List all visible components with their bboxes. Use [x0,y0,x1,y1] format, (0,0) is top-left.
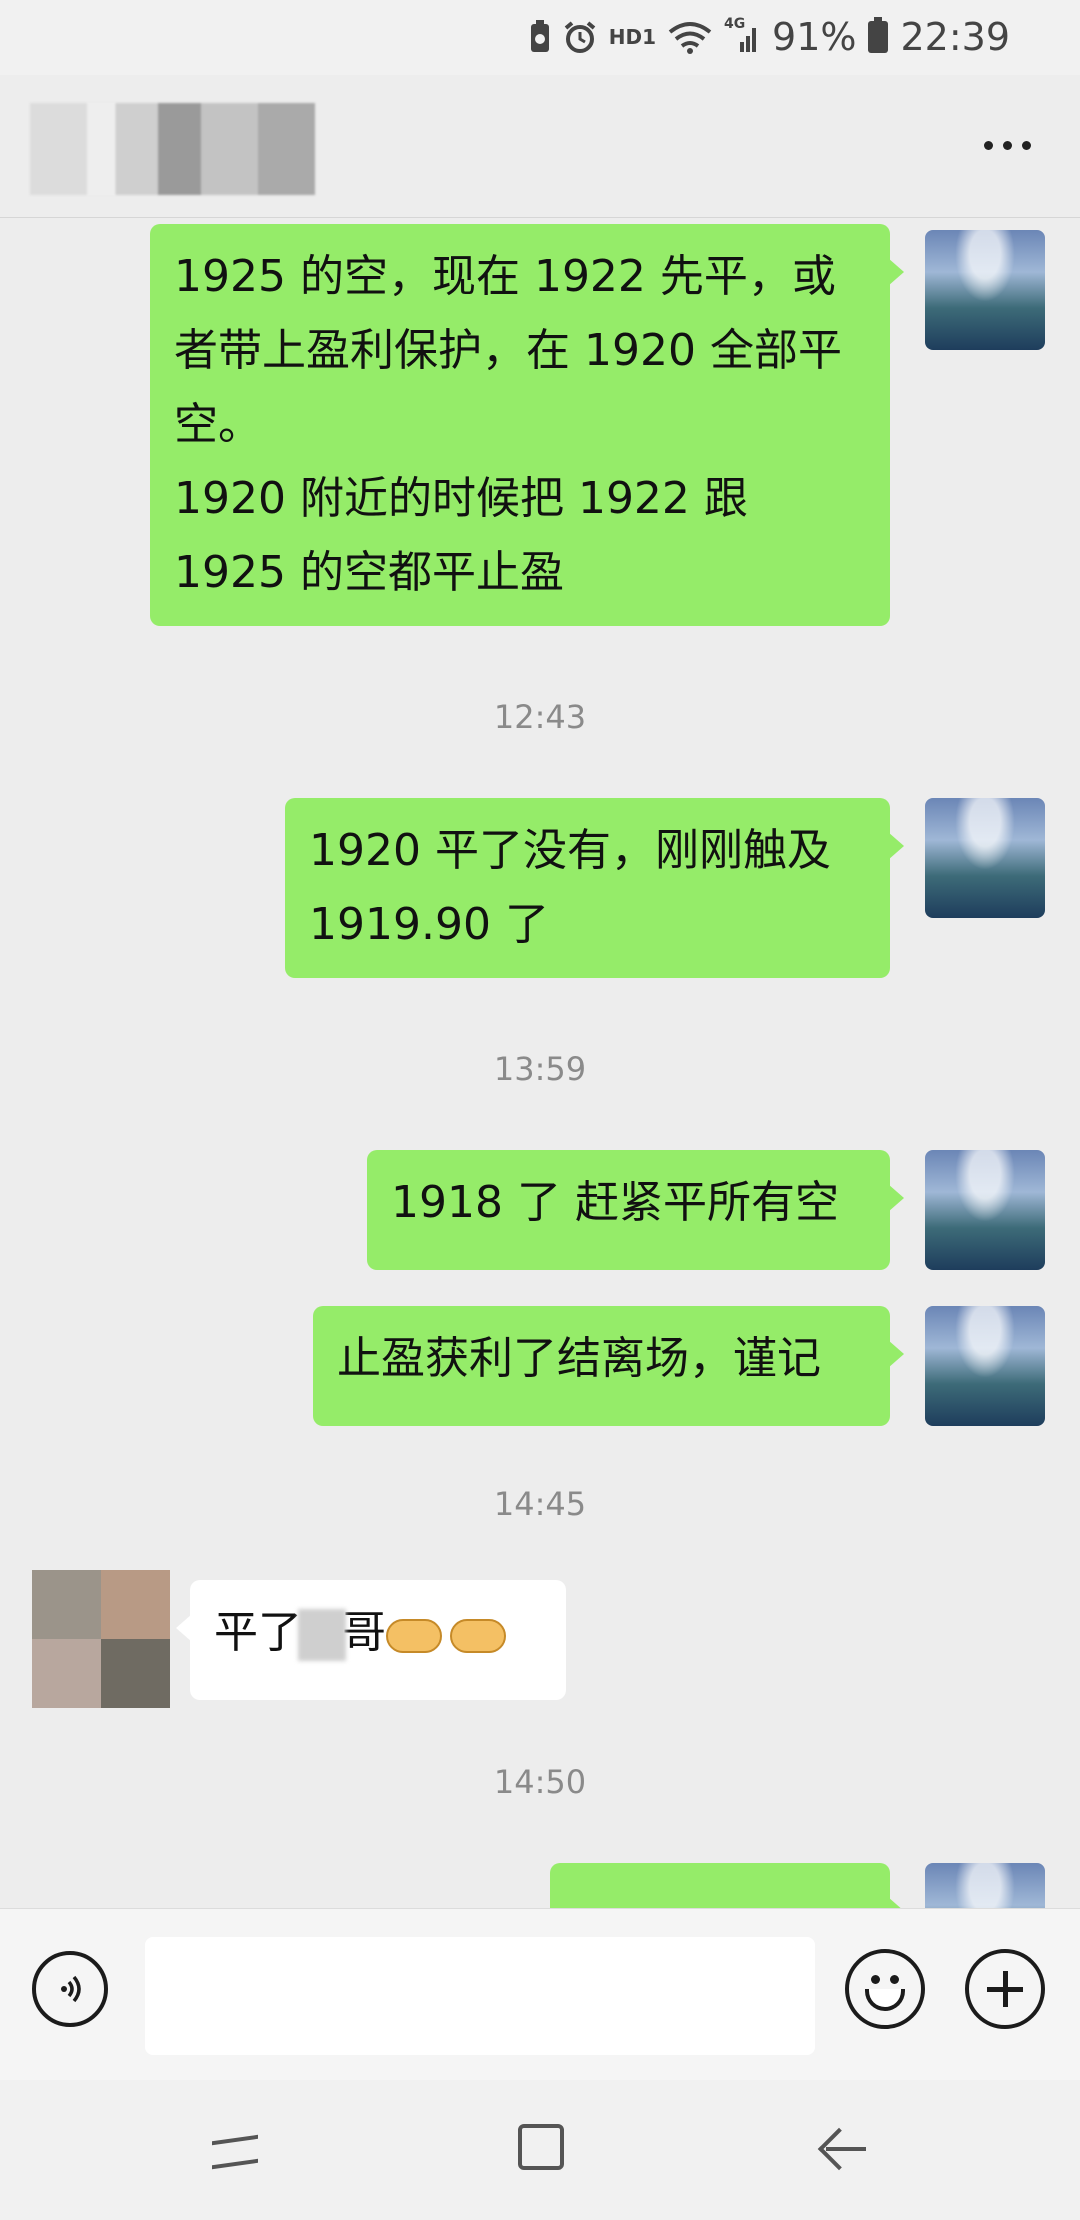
system-nav-bar [0,2080,1080,2220]
battery-percent: 91% [772,15,857,59]
back-icon[interactable] [818,2124,868,2174]
input-bar [0,1908,1080,2081]
message-text: 平了 [214,1607,302,1658]
emoji-icon[interactable] [845,1949,925,2029]
handshake-emoji-icon [450,1615,506,1655]
message-input[interactable] [145,1937,815,2055]
status-icons: HD1 4G 91% 22:39 [529,12,1010,62]
network-type-label: 4G [724,16,746,32]
handshake-emoji-icon [386,1615,442,1655]
message-row: 1920 平了没有，刚刚触及 1919.90 了 [0,798,1080,998]
incoming-message-bubble[interactable]: 平了哥哥 [176,1580,566,1700]
wifi-icon [668,20,712,54]
my-avatar[interactable] [925,230,1045,350]
timestamp: 14:50 [493,1763,587,1801]
timestamp: 12:43 [493,698,587,736]
my-avatar[interactable] [925,1150,1045,1270]
chat-header [0,75,1080,218]
timestamp: 13:59 [493,1050,587,1088]
my-avatar[interactable] [925,1306,1045,1426]
message-text: 哥 [342,1607,386,1658]
outgoing-message-bubble[interactable]: 1925 的空，现在 1922 先平，或者带上盈利保护，在 1920 全部平空。… [150,224,904,626]
signal-icon: 4G [724,16,760,54]
hd-indicator: HD1 [608,25,657,49]
status-bar: HD1 4G 91% 22:39 [0,0,1080,75]
message-row: 止盈获利了结离场，谨记 [0,1306,1080,1436]
more-dots-icon[interactable] [972,120,1042,170]
message-row: 1918 了 赶紧平所有空 [0,1150,1080,1280]
chat-message-list[interactable]: 1925 的空，现在 1922 先平，或者带上盈利保护，在 1920 全部平空。… [0,218,1080,1908]
my-avatar[interactable] [925,798,1045,918]
message-row: 1925 的空，现在 1922 先平，或者带上盈利保护，在 1920 全部平空。… [0,224,1080,644]
my-avatar[interactable] [925,1863,1045,1908]
nfc-icon [529,20,551,54]
blurred-text: 哥 [298,1609,346,1661]
contact-avatar-blurred[interactable] [32,1570,170,1708]
outgoing-message-bubble[interactable]: 1918 了 赶紧平所有空 [367,1150,904,1270]
message-row: 平了哥哥 [0,1570,1080,1730]
timestamp: 14:45 [493,1485,587,1523]
alarm-icon [563,20,597,54]
recent-apps-icon[interactable] [212,2128,262,2174]
outgoing-message-bubble[interactable]: 止盈获利了结离场，谨记 [313,1306,904,1426]
outgoing-message-bubble[interactable]: 1920 平了没有，刚刚触及 1919.90 了 [285,798,904,978]
contact-name-blurred[interactable] [30,103,315,195]
battery-icon [868,17,889,53]
home-icon[interactable] [518,2124,564,2170]
clock-time: 22:39 [900,15,1010,59]
plus-icon[interactable] [965,1949,1045,2029]
message-row [0,1863,1080,1908]
voice-icon[interactable] [32,1951,108,2027]
outgoing-message-bubble-partial[interactable] [550,1863,904,1908]
